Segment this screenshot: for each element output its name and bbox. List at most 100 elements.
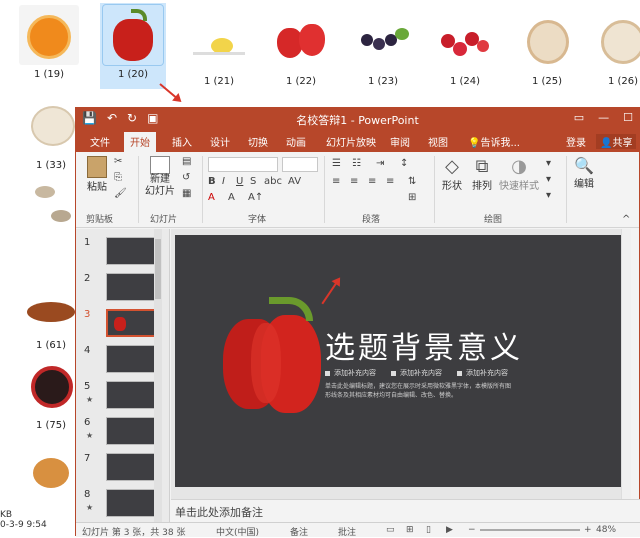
tab-slideshow[interactable]: 幻灯片放映 [326,134,376,149]
italic-icon[interactable]: I [222,176,225,187]
shadow-icon[interactable]: S [250,176,256,187]
scrollbar-thumb[interactable] [155,239,161,299]
align-left-icon[interactable]: ≡ [332,176,340,187]
minimize-icon[interactable]: — [598,111,609,124]
strawberry-image [271,12,331,72]
tab-review[interactable]: 审阅 [390,134,410,149]
clear-format-icon[interactable]: A [228,192,235,203]
font-size-select[interactable] [282,157,318,172]
thumbnail-scrollbar[interactable] [154,229,162,522]
sorter-view-icon[interactable]: ⊞ [406,525,414,535]
animation-star-icon: ★ [86,395,94,404]
strikethrough-icon[interactable]: abc [264,176,282,187]
tell-me-search[interactable]: 💡告诉我... [468,134,520,149]
thumbnail-lychee-2[interactable]: 1 (26) [590,12,640,87]
grow-font-icon[interactable]: A↑ [248,192,263,203]
fill-icon[interactable]: ▾ [546,158,551,169]
shapes-button[interactable]: ◇ 形状 [438,156,466,192]
slideshow-view-icon[interactable]: ▶ [446,525,453,535]
tab-animations[interactable]: 动画 [286,134,306,149]
normal-view-icon[interactable]: ▭ [386,525,395,535]
notes-pane[interactable]: 单击此处添加备注 [171,499,640,522]
lychee-image [517,12,577,72]
separator [324,156,325,223]
maximize-icon[interactable]: ☐ [623,111,633,124]
slide-bullet[interactable]: 添加补充内容 [457,368,508,378]
thumbnail-pepper-selected[interactable]: 1 (20) [100,3,166,89]
thumbnail-strawberry[interactable]: 1 (22) [268,12,334,87]
underline-icon[interactable]: U [236,176,243,187]
zoom-level[interactable]: 48% [596,525,616,535]
animation-star-icon: ★ [86,431,94,440]
slide-bullet[interactable]: 添加补充内容 [325,368,376,378]
numbering-icon[interactable]: ☷ [352,158,361,169]
thumbnail-lemon[interactable]: 1 (21) [186,12,252,87]
paste-button[interactable]: 粘贴 [84,156,110,193]
slide-description[interactable]: 单击此处编辑标题，建议您在展示时采用微软雅黑字体，本模版所有图形线条及其相应素材… [325,382,515,400]
editing-button[interactable]: 🔍 编辑 [570,156,598,190]
new-slide-icon [150,156,170,174]
clipboard-group-label: 剪贴板 [86,215,114,225]
tab-design[interactable]: 设计 [210,134,230,149]
tab-file[interactable]: 文件 [90,134,110,149]
slide-scrollbar[interactable] [621,229,631,499]
layout-icon[interactable]: ▤ [182,156,191,167]
collapse-ribbon-icon[interactable]: ^ [622,214,630,225]
line-spacing-icon[interactable]: ↕ [400,158,408,169]
reset-icon[interactable]: ↺ [182,172,190,183]
current-slide[interactable]: 选题背景意义 添加补充内容 添加补充内容 添加补充内容 单击此处编辑标题，建议您… [175,235,623,487]
pepper-image[interactable] [221,297,331,415]
garlic-image [21,96,81,156]
effects-icon[interactable]: ▾ [546,190,551,201]
quick-styles-icon: ◑ [511,156,527,177]
text-direction-icon[interactable]: ⇅ [408,176,416,187]
thumbnail-lychee[interactable]: 1 (25) [514,12,580,87]
bold-icon[interactable]: B [208,176,216,187]
notes-toggle[interactable]: 备注 [290,525,308,538]
thumbnail-orange[interactable]: 1 (19) [16,5,82,80]
outline-icon[interactable]: ▾ [546,174,551,185]
align-right-icon[interactable]: ≡ [368,176,376,187]
format-painter-icon[interactable]: 🖌 [114,188,127,199]
language-indicator[interactable]: 中文(中国) [216,525,259,538]
justify-icon[interactable]: ≡ [386,176,394,187]
tab-home[interactable]: 开始 [124,132,156,152]
new-slide-button[interactable]: 新建 幻灯片 [142,156,178,198]
login-link[interactable]: 登录 [566,134,586,149]
spacing-icon[interactable]: AV [288,176,301,187]
tab-transitions[interactable]: 切换 [248,134,268,149]
font-color-icon[interactable]: A [208,192,215,203]
indent-icon[interactable]: ⇥ [376,158,384,169]
font-name-select[interactable] [208,157,278,172]
slide-thumb-image [106,489,158,517]
quick-styles-button[interactable]: ◑ 快速样式 [498,156,540,192]
window-title: 名校答辩1 - PowerPoint [296,114,419,127]
lychee-image [593,12,640,72]
thumbnail-berries[interactable]: 1 (24) [432,12,498,87]
smartart-icon[interactable]: ⊞ [408,192,416,203]
cut-icon[interactable]: ✂ [114,156,122,167]
reading-view-icon[interactable]: ▯ [426,525,431,535]
thumbnail-grapes[interactable]: 1 (23) [350,12,416,87]
arrange-button[interactable]: ⧉ 排列 [468,156,496,192]
zoom-slider[interactable] [480,529,580,531]
slide-title[interactable]: 选题背景意义 [325,323,523,367]
slide-bullet[interactable]: 添加补充内容 [391,368,442,378]
section-icon[interactable]: ▦ [182,188,191,199]
clipboard-icon [87,156,107,178]
zoom-out-icon[interactable]: − [468,525,476,535]
berries-image [435,12,495,72]
separator [202,156,203,223]
copy-icon[interactable]: ⎘ [114,172,122,183]
ribbon-display-icon[interactable]: ▭ [574,111,584,124]
align-center-icon[interactable]: ≡ [350,176,358,187]
bullets-icon[interactable]: ☰ [332,158,341,169]
zoom-in-icon[interactable]: + [584,525,592,535]
tab-view[interactable]: 视图 [428,134,448,149]
ribbon: 粘贴 ✂ ⎘ 🖌 剪贴板 新建 幻灯片 ▤ ↺ ▦ 幻灯片 B I U S ab… [76,152,639,228]
separator [566,156,567,223]
orange-image [19,5,79,65]
tab-insert[interactable]: 插入 [172,134,192,149]
share-button[interactable]: 👤共享 [596,134,637,149]
comments-toggle[interactable]: 批注 [338,525,356,538]
